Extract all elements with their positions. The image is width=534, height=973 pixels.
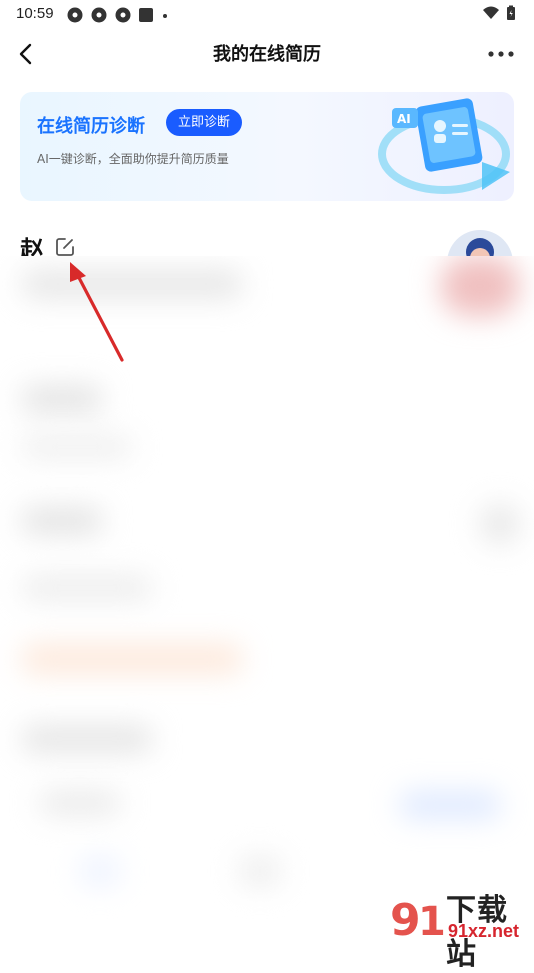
blurred-block [480,504,520,544]
watermark-text-en: 91xz.net [448,921,520,941]
blurred-block [400,792,500,818]
blurred-block [22,436,132,458]
page-title: 我的在线简历 [213,44,321,65]
watermark-logo-icon: 9 1 [390,891,446,945]
status-time: 10:59 [16,5,54,22]
banner-subtitle: AI一键诊断，全面助你提升简历质量 [37,152,229,166]
blurred-block [440,256,520,316]
blurred-block [22,508,102,534]
wifi-icon [483,6,499,19]
ai-badge-text: AI [397,112,411,126]
red-pointer-arrow [70,262,124,362]
blurred-block [22,270,242,298]
blurred-block [40,792,120,814]
status-notification-icons [66,6,170,24]
edit-name-icon[interactable] [54,236,76,258]
diagnose-now-button[interactable]: 立即诊断 [166,109,242,136]
nav-bar: 我的在线简历 [0,28,534,80]
notification-icon [67,7,83,23]
ai-resume-illustration: AI [378,98,510,194]
status-system-icons [482,5,516,21]
notification-icon [115,7,131,23]
blurred-block [22,386,102,412]
blurred-block [240,856,280,886]
site-watermark: 9 1 下载站 91xz.net [380,885,530,972]
more-options-icon[interactable] [486,40,516,68]
blurred-block [22,644,242,674]
more-notifications-dot-icon [163,14,167,18]
banner-title: 在线简历诊断 [37,116,145,137]
svg-text:1: 1 [418,899,446,945]
blurred-block [80,856,120,886]
blurred-block [22,726,152,752]
battery-icon [507,5,515,20]
status-bar: 10:59 [0,0,534,28]
svg-text:9: 9 [390,895,421,945]
blurred-block [22,576,152,600]
resume-diagnosis-banner[interactable]: 在线简历诊断 立即诊断 AI一键诊断，全面助你提升简历质量 AI [20,92,514,201]
notification-icon [91,7,107,23]
notification-square-icon [139,8,153,22]
